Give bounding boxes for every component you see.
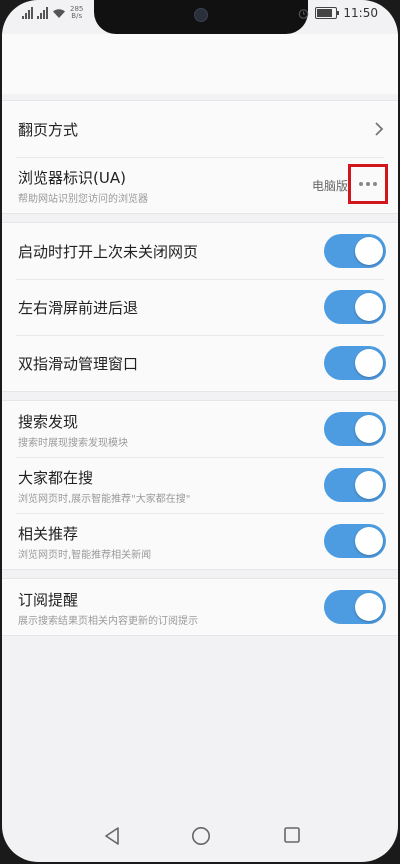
swipe-nav-toggle[interactable] <box>324 290 386 324</box>
settings-section-3: 搜索发现 搜索时展现搜索发现模块 大家都在搜 浏览网页时,展示智能推荐"大家都在… <box>2 400 398 570</box>
back-triangle-icon[interactable] <box>103 826 121 850</box>
setting-subtitle: 展示搜索结果页相关内容更新的订阅提示 <box>18 616 198 627</box>
setting-title: 搜索发现 <box>18 413 79 431</box>
toggle-knob <box>355 237 383 265</box>
subscribe-remind-toggle[interactable] <box>324 590 386 624</box>
setting-two-finger[interactable]: 双指滑动管理窗口 <box>2 335 398 391</box>
setting-title: 翻页方式 <box>18 121 79 139</box>
setting-title: 双指滑动管理窗口 <box>18 355 139 373</box>
status-bar: 285 B/s 11:50 <box>2 0 398 34</box>
everyone-searching-toggle[interactable] <box>324 468 386 502</box>
setting-subtitle: 浏览网页时,展示智能推荐"大家都在搜" <box>18 494 191 505</box>
setting-related-recommend[interactable]: 相关推荐 浏览网页时,智能推荐相关新闻 <box>2 513 398 569</box>
toggle-knob <box>355 593 383 621</box>
setting-title: 启动时打开上次未关闭网页 <box>18 243 199 261</box>
setting-subtitle: 帮助网站识别您访问的浏览器 <box>18 194 148 205</box>
home-circle-icon[interactable] <box>191 826 211 850</box>
setting-title: 左右滑屏前进后退 <box>18 299 139 317</box>
chevron-right-icon <box>374 121 384 141</box>
display-notch <box>94 0 308 34</box>
settings-section-2: 启动时打开上次未关闭网页 左右滑屏前进后退 双指滑动管理窗口 <box>2 222 398 392</box>
status-right: 11:50 <box>298 6 378 20</box>
two-finger-toggle[interactable] <box>324 346 386 380</box>
clock: 11:50 <box>343 6 378 20</box>
toggle-knob <box>355 293 383 321</box>
network-speed-unit: B/s <box>71 12 83 20</box>
ua-current-value: 电脑版 <box>311 179 348 193</box>
settings-section-1: 翻页方式 浏览器标识(UA) 帮助网站识别您访问的浏览器 电脑版 <box>2 100 398 214</box>
setting-subtitle: 搜索时展现搜索发现模块 <box>18 438 128 449</box>
more-dot-icon <box>359 182 363 186</box>
signal-icon-1 <box>22 7 33 19</box>
setting-everyone-searching[interactable]: 大家都在搜 浏览网页时,展示智能推荐"大家都在搜" <box>2 457 398 513</box>
settings-section-4: 订阅提醒 展示搜索结果页相关内容更新的订阅提示 <box>2 578 398 636</box>
setting-search-discover[interactable]: 搜索发现 搜索时展现搜索发现模块 <box>2 401 398 457</box>
front-camera <box>194 8 208 22</box>
setting-title: 浏览器标识(UA) <box>18 169 126 187</box>
status-left: 285 B/s <box>22 6 83 20</box>
signal-icon-2 <box>37 7 48 19</box>
toggle-knob <box>355 527 383 555</box>
wifi-icon <box>52 8 66 19</box>
alarm-icon <box>298 8 309 19</box>
more-options-button[interactable] <box>348 164 388 204</box>
setting-restore-pages[interactable]: 启动时打开上次未关闭网页 <box>2 223 398 279</box>
setting-title: 相关推荐 <box>18 525 79 543</box>
toggle-knob <box>355 471 383 499</box>
battery-icon <box>315 7 340 19</box>
setting-title: 大家都在搜 <box>18 469 94 487</box>
battery-fill <box>317 9 332 17</box>
system-nav-bar <box>2 810 398 860</box>
toggle-knob <box>355 349 383 377</box>
network-speed: 285 B/s <box>70 6 83 20</box>
setting-page-turn[interactable]: 翻页方式 <box>2 101 398 157</box>
setting-subscribe-remind[interactable]: 订阅提醒 展示搜索结果页相关内容更新的订阅提示 <box>2 579 398 635</box>
setting-browser-ua[interactable]: 浏览器标识(UA) 帮助网站识别您访问的浏览器 电脑版 <box>2 157 398 213</box>
search-discover-toggle[interactable] <box>324 412 386 446</box>
more-dot-icon <box>373 182 377 186</box>
more-dot-icon <box>366 182 370 186</box>
recents-square-icon[interactable] <box>283 826 301 848</box>
setting-subtitle: 浏览网页时,智能推荐相关新闻 <box>18 550 152 561</box>
phone-screen: 285 B/s 11:50 翻页方式 浏览器标识(UA) 帮助网站识别您访问的浏… <box>2 0 398 862</box>
setting-swipe-nav[interactable]: 左右滑屏前进后退 <box>2 279 398 335</box>
header-area <box>2 34 398 94</box>
toggle-knob <box>355 415 383 443</box>
restore-pages-toggle[interactable] <box>324 234 386 268</box>
related-recommend-toggle[interactable] <box>324 524 386 558</box>
setting-title: 订阅提醒 <box>18 591 79 609</box>
